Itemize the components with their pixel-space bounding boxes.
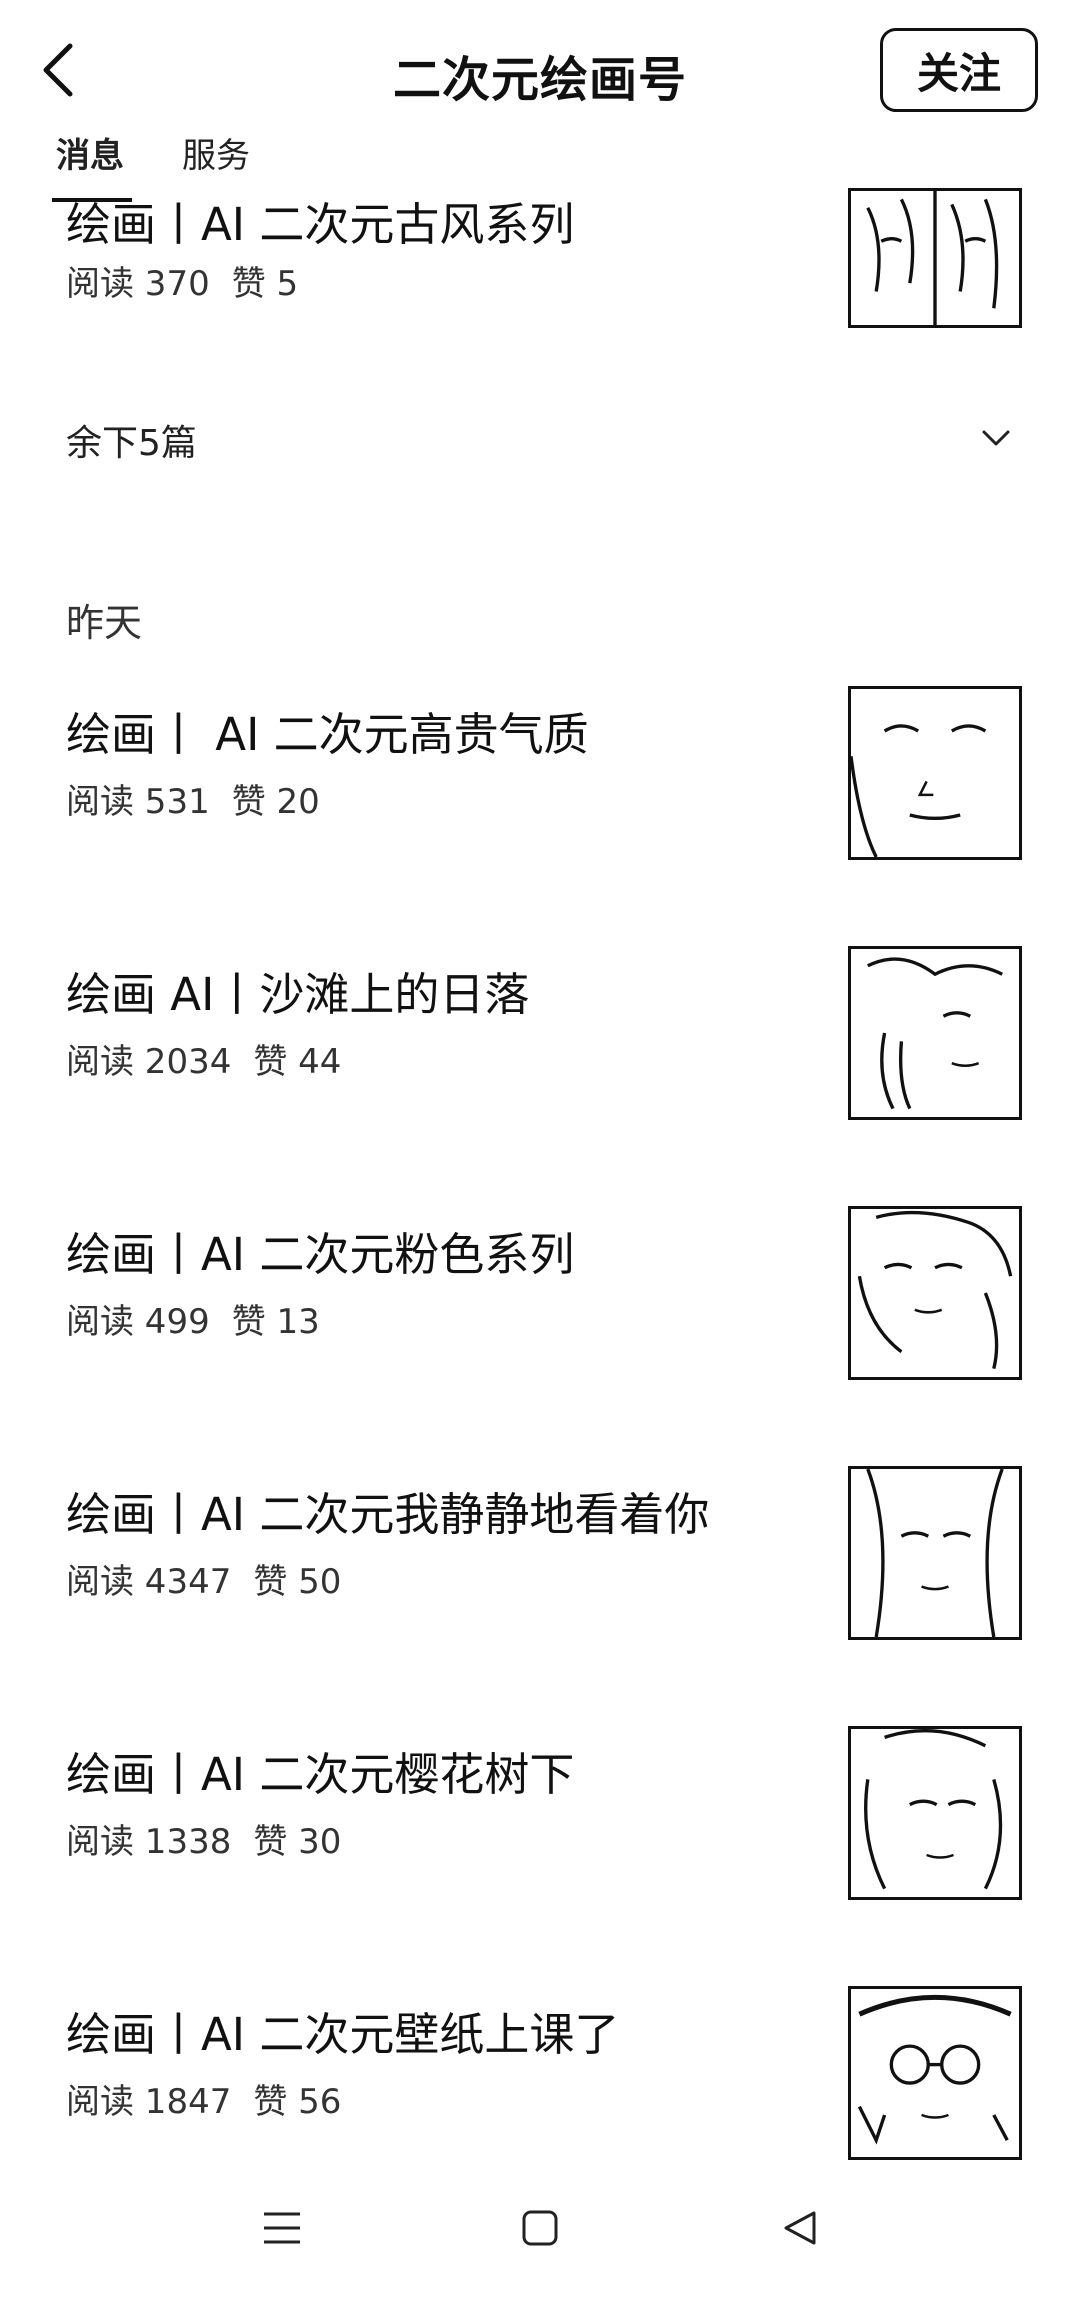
article-meta: 阅读 1338 赞 30 xyxy=(66,1814,341,1863)
article-thumbnail xyxy=(848,686,1022,860)
nav-back-button[interactable] xyxy=(770,2198,830,2258)
article-title: 绘画丨AI 二次元我静静地看着你 xyxy=(66,1488,710,1541)
system-nav-bar xyxy=(0,2158,1080,2298)
nav-menu-button[interactable] xyxy=(252,2198,312,2258)
article-thumbnail xyxy=(848,946,1022,1120)
square-home-icon xyxy=(522,2210,558,2246)
header-bar: 二次元绘画号 关注 xyxy=(0,0,1080,140)
read-count: 阅读 4347 xyxy=(66,1562,232,1602)
like-count: 赞 44 xyxy=(253,1042,342,1082)
follow-button[interactable]: 关注 xyxy=(880,28,1038,112)
article-title: 绘画丨AI 二次元粉色系列 xyxy=(66,1228,575,1281)
article-thumbnail xyxy=(848,188,1022,328)
article-meta: 阅读 1847 赞 56 xyxy=(66,2074,341,2123)
article-thumbnail xyxy=(848,1726,1022,1900)
tab-bar: 消息 服务 xyxy=(52,128,250,202)
article-thumbnail xyxy=(848,1466,1022,1640)
article-meta: 阅读 2034 赞 44 xyxy=(66,1034,341,1083)
tab-services[interactable]: 服务 xyxy=(182,128,250,188)
like-count: 赞 5 xyxy=(231,264,299,304)
expand-more-row[interactable]: 余下5篇 xyxy=(66,414,1022,464)
list-item[interactable]: 绘画丨AI 二次元粉色系列 阅读 499 赞 13 xyxy=(0,1206,1080,1382)
read-count: 阅读 370 xyxy=(66,264,210,304)
triangle-back-icon xyxy=(784,2211,816,2245)
list-item[interactable]: 绘画丨 AI 二次元高贵气质 阅读 531 赞 20 xyxy=(0,686,1080,862)
nav-home-button[interactable] xyxy=(510,2198,570,2258)
article-thumbnail xyxy=(848,1206,1022,1380)
chevron-down-icon xyxy=(982,430,1010,446)
article-title: 绘画丨AI 二次元樱花树下 xyxy=(66,1748,575,1801)
list-item[interactable]: 绘画 AI丨沙滩上的日落 阅读 2034 赞 44 xyxy=(0,946,1080,1122)
read-count: 阅读 531 xyxy=(66,782,210,822)
read-count: 阅读 1338 xyxy=(66,1822,232,1862)
more-label: 余下5篇 xyxy=(66,423,197,464)
like-count: 赞 50 xyxy=(253,1562,342,1602)
read-count: 阅读 2034 xyxy=(66,1042,232,1082)
article-meta: 阅读 4347 赞 50 xyxy=(66,1554,341,1603)
list-item[interactable]: 绘画丨AI 二次元樱花树下 阅读 1338 赞 30 xyxy=(0,1726,1080,1902)
read-count: 阅读 499 xyxy=(66,1302,210,1342)
list-item[interactable]: 绘画丨AI 二次元古风系列 阅读 370 赞 5 xyxy=(0,188,1080,364)
date-section-label: 昨天 xyxy=(66,601,143,645)
list-item[interactable]: 绘画丨AI 二次元我静静地看着你 阅读 4347 赞 50 xyxy=(0,1466,1080,1642)
list-item[interactable]: 绘画丨AI 二次元壁纸上课了 阅读 1847 赞 56 xyxy=(0,1986,1080,2162)
article-title: 绘画丨 AI 二次元高贵气质 xyxy=(66,708,589,761)
article-title: 绘画 AI丨沙滩上的日落 xyxy=(66,968,530,1021)
like-count: 赞 13 xyxy=(231,1302,320,1342)
article-thumbnail xyxy=(848,1986,1022,2160)
menu-icon xyxy=(264,2212,300,2244)
article-meta: 阅读 531 赞 20 xyxy=(66,774,320,823)
read-count: 阅读 1847 xyxy=(66,2082,232,2122)
article-title: 绘画丨AI 二次元古风系列 xyxy=(66,198,575,251)
article-title: 绘画丨AI 二次元壁纸上课了 xyxy=(66,2008,620,2061)
tab-messages[interactable]: 消息 xyxy=(52,128,132,202)
like-count: 赞 20 xyxy=(231,782,320,822)
like-count: 赞 30 xyxy=(253,1822,342,1862)
article-meta: 阅读 499 赞 13 xyxy=(66,1294,320,1343)
like-count: 赞 56 xyxy=(253,2082,342,2122)
article-meta: 阅读 370 赞 5 xyxy=(66,256,298,305)
